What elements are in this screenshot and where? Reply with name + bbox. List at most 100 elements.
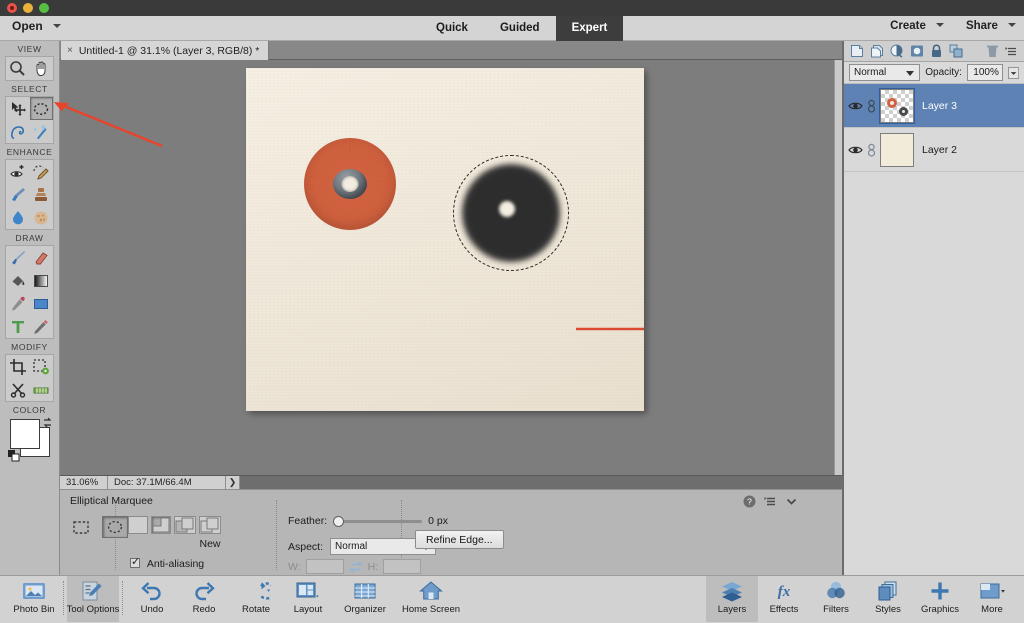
tab-guided[interactable]: Guided [484, 16, 556, 41]
share-menu-button[interactable]: Share [966, 20, 1016, 32]
content-aware-move-tool[interactable] [30, 355, 54, 378]
window-maximize-button[interactable] [39, 3, 49, 13]
layer-name-layer-2[interactable]: Layer 2 [922, 144, 957, 156]
taskbar-layers[interactable]: Layers [706, 576, 758, 622]
taskbar-effects[interactable]: fx Effects [758, 576, 810, 622]
chevron-down-icon[interactable] [785, 495, 798, 508]
crop-tool[interactable] [6, 355, 30, 378]
tab-quick[interactable]: Quick [420, 16, 484, 41]
type-tool[interactable] [6, 315, 30, 338]
sponge-tool[interactable] [30, 206, 54, 229]
swap-colors-icon[interactable] [41, 416, 54, 429]
clone-stamp-tool[interactable] [30, 183, 54, 206]
open-menu-button[interactable]: Open [12, 19, 62, 33]
link-layers-icon[interactable] [949, 44, 963, 58]
taskbar-graphics[interactable]: Graphics [914, 576, 966, 622]
tab-expert[interactable]: Expert [555, 16, 624, 41]
eyedropper-tool[interactable] [6, 292, 30, 315]
lock-layer-icon[interactable] [930, 44, 943, 58]
canvas-vertical-scrollbar[interactable] [834, 60, 842, 475]
spot-healing-tool[interactable] [30, 160, 54, 183]
quick-selection-tool[interactable] [30, 120, 54, 143]
taskbar-undo[interactable]: Undo [126, 576, 178, 622]
close-icon[interactable]: × [67, 45, 73, 56]
layer-row-layer-3[interactable]: Layer 3 [844, 84, 1024, 128]
elliptical-marquee-option[interactable] [102, 516, 128, 538]
antialiasing-checkbox[interactable]: Anti-aliasing [130, 555, 204, 570]
blur-tool[interactable] [6, 206, 30, 229]
taskbar-home-screen[interactable]: Home Screen [396, 576, 466, 622]
plus-icon [931, 582, 949, 600]
subtract-from-selection-button[interactable] [174, 516, 196, 534]
doc-size-field[interactable]: Doc: 37.1M/66.4M [108, 475, 226, 490]
taskbar-styles[interactable]: Styles [862, 576, 914, 622]
paint-bucket-tool[interactable] [6, 269, 30, 292]
eye-icon[interactable] [848, 100, 863, 112]
taskbar-organizer[interactable]: Organizer [334, 576, 396, 622]
elliptical-marquee-tool[interactable] [29, 97, 53, 120]
feather-slider[interactable] [333, 515, 423, 527]
help-question-icon[interactable]: ? [743, 495, 756, 508]
taskbar-layout[interactable]: Layout [282, 576, 334, 622]
taskbar-rotate[interactable]: Rotate [230, 576, 282, 622]
adjustment-layer-icon[interactable] [890, 44, 904, 58]
taskbar-more[interactable]: More [966, 576, 1018, 622]
document-tab[interactable]: × Untitled-1 @ 31.1% (Layer 3, RGB/8) * [61, 41, 270, 60]
layer-thumbnail-layer-2[interactable] [880, 132, 914, 167]
hand-tool[interactable] [30, 57, 54, 80]
lock-icon[interactable] [867, 143, 876, 157]
elliptical-selection-marquee[interactable] [453, 155, 569, 271]
layer-thumbnail-layer-3[interactable] [879, 87, 915, 124]
gradient-tool[interactable] [30, 269, 54, 292]
feather-value: 0 px [428, 515, 448, 527]
delete-layer-icon[interactable] [986, 44, 999, 58]
brush-tool[interactable] [6, 246, 30, 269]
smart-brush-tool[interactable] [6, 183, 30, 206]
shape-tool[interactable] [30, 292, 54, 315]
document-canvas[interactable] [246, 68, 644, 411]
default-colors-icon[interactable] [7, 449, 20, 462]
rectangular-marquee-option[interactable] [68, 516, 94, 538]
layer-mask-icon[interactable] [910, 44, 924, 58]
opacity-input[interactable]: 100% [966, 64, 1003, 81]
panel-menu-icon[interactable] [764, 495, 777, 508]
eraser-icon [35, 251, 48, 264]
layer-row-layer-2[interactable]: Layer 2 [844, 128, 1024, 172]
straighten-tool[interactable] [30, 378, 54, 401]
eye-icon[interactable] [848, 144, 863, 156]
duplicate-layer-icon[interactable] [870, 44, 884, 58]
zoom-level-field[interactable]: 31.06% [60, 475, 108, 490]
taskbar-redo[interactable]: Redo [178, 576, 230, 622]
lock-icon[interactable] [867, 99, 876, 113]
blend-mode-select[interactable]: Normal [849, 64, 921, 81]
foreground-color-swatch[interactable] [9, 419, 40, 449]
statusbar-expand-icon[interactable]: ❯ [226, 475, 240, 490]
pencil-tool[interactable] [30, 315, 54, 338]
link-dimensions-icon[interactable] [348, 561, 363, 573]
eraser-tool[interactable] [30, 246, 54, 269]
taskbar-photo-bin[interactable]: Photo Bin [8, 576, 60, 622]
scissors-icon [10, 382, 25, 398]
intersect-with-selection-button[interactable] [199, 516, 221, 534]
refine-edge-button[interactable]: Refine Edge... [415, 530, 504, 549]
width-input[interactable] [305, 559, 344, 574]
zoom-tool[interactable] [6, 57, 30, 80]
layer-name-layer-3[interactable]: Layer 3 [922, 100, 957, 112]
window-close-button[interactable] [7, 3, 17, 13]
height-input[interactable] [383, 559, 422, 574]
move-tool[interactable] [6, 97, 30, 120]
new-selection-button[interactable] [128, 516, 148, 534]
add-to-selection-button[interactable] [151, 516, 171, 534]
window-minimize-button[interactable] [23, 3, 33, 13]
taskbar-filters[interactable]: Filters [810, 576, 862, 622]
opacity-stepper-icon[interactable] [1007, 66, 1020, 80]
canvas-area[interactable] [60, 60, 842, 475]
red-eye-tool[interactable] [6, 160, 30, 183]
recompose-tool[interactable] [6, 378, 30, 401]
new-layer-icon[interactable] [850, 44, 864, 58]
panel-menu-icon[interactable] [1005, 45, 1018, 58]
lasso-tool[interactable] [6, 120, 30, 143]
feather-slider-knob[interactable] [333, 515, 345, 527]
taskbar-tool-options[interactable]: Tool Options [67, 576, 119, 622]
create-menu-button[interactable]: Create [890, 20, 944, 32]
